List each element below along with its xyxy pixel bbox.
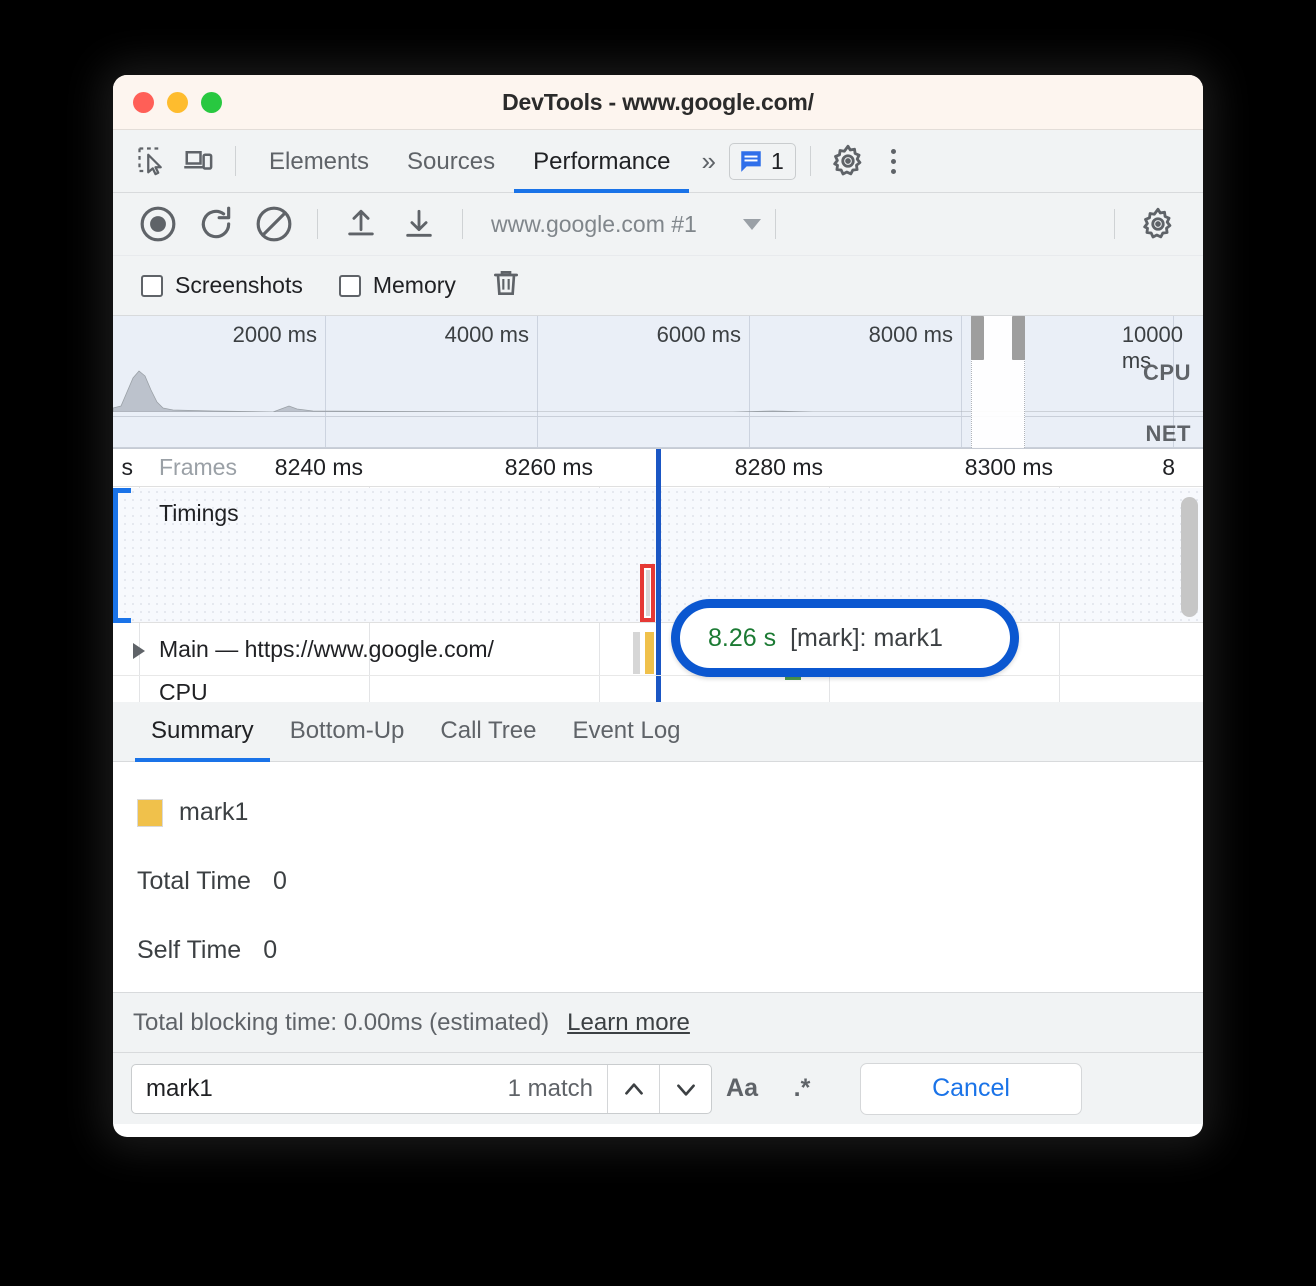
overview-tick: 2000 ms — [233, 322, 325, 348]
memory-checkbox[interactable]: Memory — [339, 272, 456, 299]
flame-tick: 8 — [1162, 454, 1181, 481]
devtools-tabbar: Elements Sources Performance » 1 — [113, 130, 1203, 193]
tab-summary[interactable]: Summary — [133, 702, 272, 762]
overview-net-label: NET — [1146, 421, 1192, 447]
summary-row-total-time: Total Time 0 — [137, 867, 1203, 896]
chevron-down-icon[interactable] — [659, 1064, 711, 1114]
tooltip-time: 8.26 s — [708, 624, 776, 653]
checkbox-box[interactable] — [141, 275, 163, 297]
trash-icon[interactable] — [490, 267, 522, 304]
summary-row-self-time: Self Time 0 — [137, 936, 1203, 965]
flame-tick: 8260 ms — [505, 454, 599, 481]
tab-call-tree[interactable]: Call Tree — [422, 702, 554, 762]
kebab-menu-icon[interactable] — [871, 149, 917, 174]
screenshots-checkbox[interactable]: Screenshots — [141, 272, 303, 299]
capture-settings-gear-icon[interactable] — [1129, 201, 1187, 247]
tab-event-log[interactable]: Event Log — [554, 702, 698, 762]
expand-arrow-icon[interactable] — [133, 643, 145, 659]
self-time-value: 0 — [263, 936, 277, 965]
highlighted-mark-marker[interactable] — [640, 564, 655, 622]
memory-label: Memory — [373, 272, 456, 299]
learn-more-link[interactable]: Learn more — [567, 1009, 690, 1037]
summary-panel: mark1 Total Time 0 Self Time 0 — [113, 762, 1203, 992]
blocking-time-text: Total blocking time: 0.00ms (estimated) — [133, 1009, 549, 1037]
capture-options-bar: Screenshots Memory — [113, 256, 1203, 316]
chevron-down-icon[interactable] — [743, 219, 761, 230]
download-profile-icon[interactable] — [390, 201, 448, 247]
flame-tick: 8280 ms — [735, 454, 829, 481]
overview-tick: 6000 ms — [657, 322, 749, 348]
event-color-swatch — [137, 799, 163, 827]
checkbox-box[interactable] — [339, 275, 361, 297]
overview-cpu-label: CPU — [1143, 360, 1191, 386]
clear-icon[interactable] — [245, 201, 303, 247]
gear-icon[interactable] — [825, 138, 871, 184]
tab-performance[interactable]: Performance — [514, 130, 689, 193]
reload-record-icon[interactable] — [187, 201, 245, 247]
upload-profile-icon[interactable] — [332, 201, 390, 247]
total-time-label: Total Time — [137, 867, 251, 896]
message-icon — [738, 148, 764, 174]
console-messages-badge[interactable]: 1 — [729, 143, 796, 180]
tab-sources[interactable]: Sources — [388, 130, 514, 193]
search-match-count: 1 match — [508, 1075, 607, 1103]
regex-button[interactable]: .* — [772, 1074, 832, 1103]
overview-tick: 8000 ms — [869, 322, 961, 348]
toolbar-divider-3 — [775, 209, 776, 239]
main-thread-track[interactable]: Main — https://www.google.com/ — [113, 624, 1203, 676]
message-count: 1 — [771, 148, 784, 175]
cancel-button[interactable]: Cancel — [860, 1063, 1082, 1115]
flame-vertical-scrollbar[interactable] — [1181, 497, 1198, 617]
toolbar-divider-2 — [462, 209, 463, 239]
flame-tick: 8300 ms — [965, 454, 1059, 481]
session-label: www.google.com #1 — [491, 211, 697, 238]
search-bar: mark1 1 match Aa .* Cancel — [113, 1052, 1203, 1124]
flame-tick: s — [122, 454, 140, 481]
tab-bottom-up[interactable]: Bottom-Up — [272, 702, 423, 762]
more-tabs-icon[interactable]: » — [689, 146, 722, 177]
match-case-button[interactable]: Aa — [712, 1074, 772, 1103]
search-input[interactable]: mark1 — [132, 1075, 508, 1103]
flame-chart[interactable]: s Frames 8240 ms 8260 ms 8280 ms 8300 ms… — [113, 449, 1203, 702]
chevron-up-icon[interactable] — [607, 1064, 659, 1114]
main-thread-label: Main — https://www.google.com/ — [159, 636, 494, 663]
timings-track-label: Timings — [159, 500, 239, 527]
self-time-label: Self Time — [137, 936, 241, 965]
record-icon[interactable] — [129, 201, 187, 247]
window-titlebar: DevTools - www.google.com/ — [113, 75, 1203, 130]
screenshots-label: Screenshots — [175, 272, 303, 299]
session-selector[interactable]: www.google.com #1 — [491, 211, 761, 238]
toolbar-divider-4 — [1114, 209, 1115, 239]
cpu-usage-trace — [113, 362, 1203, 412]
overview-tick: 4000 ms — [445, 322, 537, 348]
tab-elements[interactable]: Elements — [250, 130, 388, 193]
cpu-track-label: CPU — [159, 679, 208, 702]
toolbar-divider-1 — [317, 209, 318, 239]
details-tabbar: Summary Bottom-Up Call Tree Event Log — [113, 702, 1203, 762]
inspect-element-icon[interactable] — [129, 138, 175, 184]
screenshot-root: DevTools - www.google.com/ Elements Sour… — [0, 0, 1316, 1286]
selection-handle-right[interactable] — [1012, 316, 1025, 360]
tabbar-divider — [235, 146, 236, 176]
selection-bracket — [113, 488, 131, 623]
performance-toolbar: www.google.com #1 — [113, 193, 1203, 256]
cpu-track[interactable]: CPU — [113, 677, 1203, 702]
overview-ruler: 2000 ms 4000 ms 6000 ms 8000 ms 10000 ms — [113, 316, 1203, 360]
tooltip-label: [mark]: mark1 — [790, 624, 943, 653]
window-title: DevTools - www.google.com/ — [113, 89, 1203, 116]
device-toolbar-icon[interactable] — [175, 138, 221, 184]
tabbar-divider-2 — [810, 146, 811, 176]
event-name: mark1 — [179, 798, 248, 827]
status-bar: Total blocking time: 0.00ms (estimated) … — [113, 992, 1203, 1052]
timeline-overview[interactable]: 2000 ms 4000 ms 6000 ms 8000 ms 10000 ms… — [113, 316, 1203, 449]
search-field-wrapper[interactable]: mark1 1 match — [131, 1064, 712, 1114]
total-time-value: 0 — [273, 867, 287, 896]
devtools-window: DevTools - www.google.com/ Elements Sour… — [113, 75, 1203, 1137]
selection-handle-left[interactable] — [971, 316, 984, 360]
mark-tooltip-callout: 8.26 s [mark]: mark1 — [671, 599, 1019, 677]
frames-track-label: Frames — [159, 454, 237, 481]
summary-event-row: mark1 — [137, 798, 1203, 827]
flame-tick: 8240 ms — [275, 454, 369, 481]
